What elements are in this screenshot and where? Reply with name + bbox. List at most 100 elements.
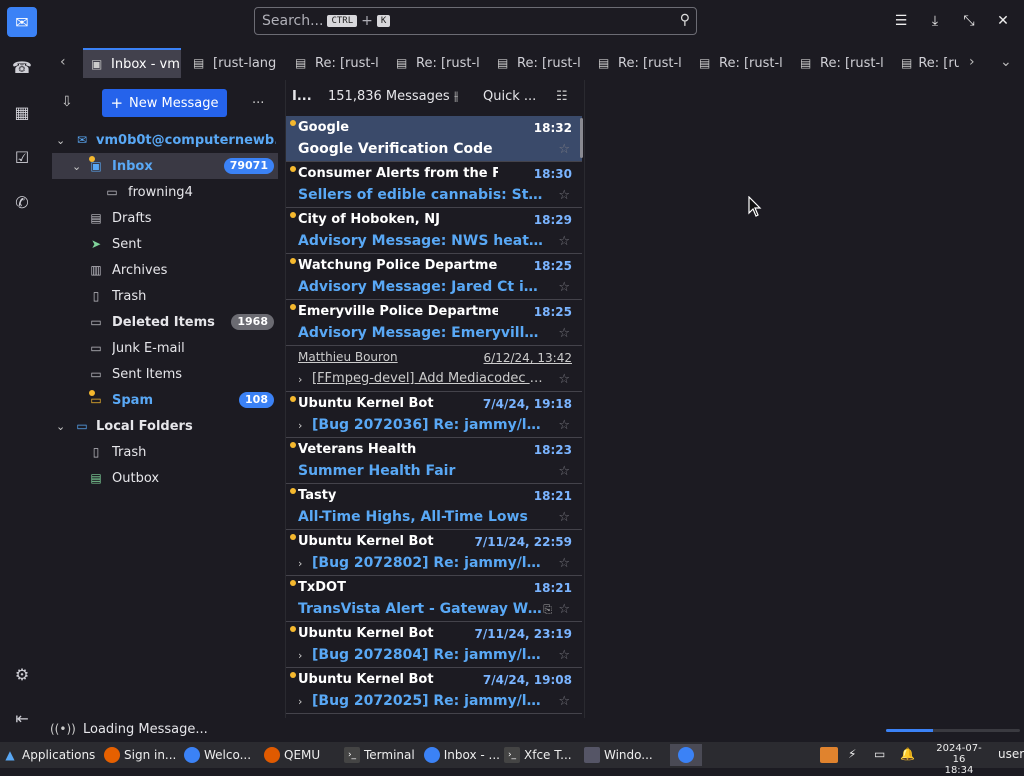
- thread-chevron-icon[interactable]: ›: [298, 419, 302, 432]
- message-row[interactable]: Ubuntu Kernel Bot 7/4/24, 19:18 › [Bug 2072…: [286, 392, 582, 438]
- message-row[interactable]: Watchung Police Department 18:25 Advisory …: [286, 254, 582, 300]
- tab-message[interactable]: ▤ Re: [ru: [893, 48, 959, 78]
- message-row[interactable]: Ubuntu Kernel Bot 7/11/24, 23:19 › [Bug 207…: [286, 622, 582, 668]
- network-off-icon[interactable]: ⚡: [848, 747, 856, 761]
- local-folder-trash[interactable]: ▯ Trash: [52, 439, 278, 465]
- message-sender: City of Hoboken, NJ: [298, 212, 440, 227]
- star-icon[interactable]: ☆: [558, 142, 570, 157]
- account-row[interactable]: ⌄ ✉ vm0b0t@computernewb....: [52, 127, 278, 153]
- local-folder-outbox[interactable]: ▤ Outbox: [52, 465, 278, 491]
- get-messages-icon[interactable]: ⇩: [61, 94, 73, 110]
- quick-filter-button[interactable]: Quick ...: [483, 89, 536, 104]
- folder-archives[interactable]: ▥ Archives: [52, 257, 278, 283]
- folder-inbox[interactable]: ⌄ ▣ Inbox 79071: [52, 153, 278, 179]
- global-search-input[interactable]: Search... CTRL + K ⚲: [254, 7, 697, 35]
- battery-icon[interactable]: ▭: [874, 747, 885, 761]
- message-row[interactable]: City of Hoboken, NJ 18:29 Advisory Message…: [286, 208, 582, 254]
- taskbar-welcome[interactable]: Welco...: [184, 744, 256, 766]
- loading-progress-bar: [886, 729, 1020, 732]
- star-icon[interactable]: ☆: [558, 510, 570, 525]
- user-menu[interactable]: user: [998, 747, 1024, 761]
- calendar-icon[interactable]: ▦: [7, 97, 37, 127]
- folder-junk-email[interactable]: ▭ Junk E-mail: [52, 335, 278, 361]
- app-menu-icon[interactable]: ☰: [890, 10, 912, 32]
- star-icon[interactable]: ☆: [558, 464, 570, 479]
- folder-trash[interactable]: ▯ Trash: [52, 283, 278, 309]
- taskbar-firefox[interactable]: Sign in...: [104, 744, 178, 766]
- applications-menu[interactable]: ▲ Applications: [2, 744, 98, 766]
- message-row[interactable]: Ubuntu Kernel Bot 7/11/24, 22:59 › [Bug 207…: [286, 530, 582, 576]
- taskbar-inbox[interactable]: Inbox - ...: [424, 744, 500, 766]
- star-icon[interactable]: ☆: [558, 326, 570, 341]
- message-list-scrollbar[interactable]: [580, 118, 583, 158]
- taskbar-xfce-terminal[interactable]: ›_ Xfce T...: [504, 744, 580, 766]
- thread-chevron-icon[interactable]: ›: [298, 557, 302, 570]
- close-icon[interactable]: ✕: [992, 10, 1014, 32]
- tab-list-chevron-icon[interactable]: ⌄: [1000, 54, 1012, 70]
- message-time: 18:25: [533, 259, 572, 273]
- folder-frowning4[interactable]: ▭ frowning4: [52, 179, 278, 205]
- settings-gear-icon[interactable]: ⚙: [7, 659, 37, 689]
- mail-space-icon[interactable]: ✉: [7, 7, 37, 37]
- notification-bell-icon[interactable]: 🔔: [900, 747, 915, 761]
- folder-sent-items[interactable]: ▭ Sent Items: [52, 361, 278, 387]
- star-icon[interactable]: ☆: [558, 188, 570, 203]
- tab-scroll-left-icon[interactable]: ‹: [60, 54, 66, 70]
- new-message-button[interactable]: + New Message: [102, 89, 227, 117]
- tab-inbox[interactable]: ▣ Inbox - vm: [83, 48, 181, 78]
- message-row[interactable]: TxDOT 18:21 TransVista Alert - Gateway Wes…: [286, 576, 582, 622]
- unread-dot: [290, 672, 296, 678]
- thread-chevron-icon[interactable]: ›: [298, 373, 302, 386]
- star-icon[interactable]: ☆: [558, 234, 570, 249]
- taskbar-terminal[interactable]: ›_ Terminal: [344, 744, 422, 766]
- minimize-icon[interactable]: ⤓: [924, 10, 946, 32]
- message-row[interactable]: Consumer Alerts from the FTC 18:30 Sellers…: [286, 162, 582, 208]
- spaces-toolbar: ✉ ☎ ▦ ☑ ✆ ⚙ ⇤: [0, 0, 44, 740]
- star-icon[interactable]: ☆: [558, 418, 570, 433]
- restore-icon[interactable]: ⤡: [958, 10, 980, 32]
- tab-message[interactable]: ▤ Re: [rust-l: [489, 48, 585, 78]
- folder-deleted-items[interactable]: ▭ Deleted Items 1968: [52, 309, 278, 335]
- folder-spam[interactable]: ▭ Spam 108: [52, 387, 278, 413]
- tab-message[interactable]: ▤ Re: [rust-l: [792, 48, 888, 78]
- taskbar-window[interactable]: Windo...: [584, 744, 660, 766]
- tab-message[interactable]: ▤ Re: [rust-l: [691, 48, 787, 78]
- tab-bar: ‹ ▣ Inbox - vm ▤ [rust-lang ▤ Re: [rust-…: [44, 44, 1024, 80]
- thread-chevron-icon[interactable]: ›: [298, 695, 302, 708]
- message-row[interactable]: Emeryville Police Department 18:25 Advisor…: [286, 300, 582, 346]
- star-icon[interactable]: ☆: [558, 694, 570, 709]
- taskbar-active-app[interactable]: [670, 744, 702, 766]
- taskbar-qemu[interactable]: QEMU: [264, 744, 334, 766]
- tab-message[interactable]: ▤ Re: [rust-l: [590, 48, 686, 78]
- tab-scroll-right-icon[interactable]: ›: [969, 54, 975, 70]
- thread-chevron-icon[interactable]: ›: [298, 649, 302, 662]
- folder-label: Inbox: [112, 158, 153, 174]
- message-subject: Sellers of edible cannabis: Stop u...: [298, 187, 546, 203]
- tab-message[interactable]: ▤ [rust-lang: [185, 48, 281, 78]
- message-row[interactable]: Matthieu Bouron 6/12/24, 13:42 › [FFmpeg-de…: [286, 346, 582, 392]
- star-icon[interactable]: ☆: [558, 372, 570, 387]
- message-row[interactable]: Google 18:32 Google Verification Code ☆: [286, 116, 582, 162]
- folder-drafts[interactable]: ▤ Drafts: [52, 205, 278, 231]
- tasks-icon[interactable]: ☑: [7, 142, 37, 172]
- message-row[interactable]: Ubuntu Kernel Bot 7/4/24, 19:08 › [Bug 2072…: [286, 668, 582, 714]
- collapse-spaces-icon[interactable]: ⇤: [7, 703, 37, 733]
- chat-icon[interactable]: ✆: [7, 187, 37, 217]
- taskbar-label: QEMU: [284, 748, 321, 762]
- star-icon[interactable]: ☆: [558, 280, 570, 295]
- star-icon[interactable]: ☆: [558, 648, 570, 663]
- folder-sent[interactable]: ➤ Sent: [52, 231, 278, 257]
- list-display-options-icon[interactable]: ☷: [556, 89, 568, 104]
- star-icon[interactable]: ☆: [558, 602, 570, 617]
- local-folders-row[interactable]: ⌄ ▭ Local Folders: [52, 413, 278, 439]
- message-row[interactable]: Tasty 18:21 All-Time Highs, All-Time Lows ☆: [286, 484, 582, 530]
- tab-message[interactable]: ▤ Re: [rust-l: [388, 48, 484, 78]
- address-book-icon[interactable]: ☎: [7, 52, 37, 82]
- tray-app-icon[interactable]: [820, 747, 838, 763]
- tab-message[interactable]: ▤ Re: [rust-l: [287, 48, 383, 78]
- message-row[interactable]: Veterans Health 18:23 Summer Health Fair ☆: [286, 438, 582, 484]
- clock[interactable]: 2024-07-16 18:34: [930, 743, 988, 776]
- unread-dot: [290, 580, 296, 586]
- folder-pane-more-button[interactable]: ...: [252, 92, 264, 107]
- star-icon[interactable]: ☆: [558, 556, 570, 571]
